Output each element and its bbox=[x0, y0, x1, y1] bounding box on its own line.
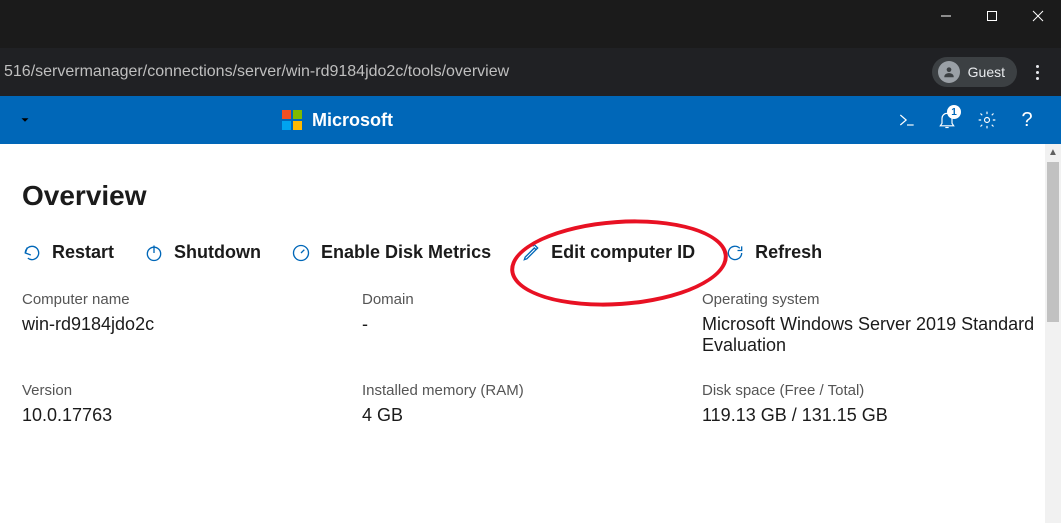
value-disk-space: 119.13 GB / 131.15 GB bbox=[702, 405, 1039, 426]
shutdown-label: Shutdown bbox=[174, 242, 261, 263]
power-icon bbox=[144, 243, 164, 263]
notifications-button[interactable]: 1 bbox=[927, 96, 967, 144]
refresh-label: Refresh bbox=[755, 242, 822, 263]
close-icon bbox=[1032, 10, 1044, 22]
window-titlebar bbox=[0, 0, 1061, 48]
terminal-icon bbox=[897, 110, 917, 130]
label-domain: Domain bbox=[362, 291, 702, 308]
info-cell-installed-memory: Installed memory (RAM) 4 GB bbox=[362, 382, 702, 426]
microsoft-logo-icon bbox=[282, 110, 302, 130]
label-computer-name: Computer name bbox=[22, 291, 362, 308]
info-cell-operating-system: Operating system Microsoft Windows Serve… bbox=[702, 291, 1039, 356]
main-content: Overview Restart Shutdown Enable Disk Me… bbox=[0, 144, 1061, 523]
refresh-icon bbox=[725, 243, 745, 263]
label-disk-space: Disk space (Free / Total) bbox=[702, 382, 1039, 399]
url-text[interactable]: 516/servermanager/connections/server/win… bbox=[0, 63, 920, 81]
label-installed-memory: Installed memory (RAM) bbox=[362, 382, 702, 399]
restart-button[interactable]: Restart bbox=[22, 242, 114, 263]
page-title: Overview bbox=[22, 180, 1039, 212]
notification-badge: 1 bbox=[947, 105, 961, 119]
info-cell-domain: Domain - bbox=[362, 291, 702, 356]
window-controls bbox=[923, 0, 1061, 32]
help-button[interactable]: ? bbox=[1007, 96, 1047, 144]
profile-label: Guest bbox=[968, 64, 1005, 80]
scroll-up-arrow-icon[interactable]: ▲ bbox=[1045, 144, 1061, 160]
profile-button[interactable]: Guest bbox=[932, 57, 1017, 87]
action-bar: Restart Shutdown Enable Disk Metrics Edi… bbox=[22, 242, 1039, 263]
value-version: 10.0.17763 bbox=[22, 405, 362, 426]
info-cell-disk-space: Disk space (Free / Total) 119.13 GB / 13… bbox=[702, 382, 1039, 426]
vertical-scrollbar[interactable]: ▲ bbox=[1045, 144, 1061, 523]
info-cell-computer-name: Computer name win-rd9184jdo2c bbox=[22, 291, 362, 356]
label-operating-system: Operating system bbox=[702, 291, 1039, 308]
app-header: Microsoft 1 ? bbox=[0, 96, 1061, 144]
browser-menu-button[interactable] bbox=[1023, 65, 1051, 80]
info-cell-version: Version 10.0.17763 bbox=[22, 382, 362, 426]
window-maximize-button[interactable] bbox=[969, 0, 1015, 32]
settings-button[interactable] bbox=[967, 96, 1007, 144]
gauge-icon bbox=[291, 243, 311, 263]
gear-icon bbox=[977, 110, 997, 130]
restart-label: Restart bbox=[52, 242, 114, 263]
restart-icon bbox=[22, 243, 42, 263]
shutdown-button[interactable]: Shutdown bbox=[144, 242, 261, 263]
edit-icon bbox=[521, 243, 541, 263]
value-installed-memory: 4 GB bbox=[362, 405, 702, 426]
enable-disk-metrics-button[interactable]: Enable Disk Metrics bbox=[291, 242, 491, 263]
minimize-icon bbox=[940, 10, 952, 22]
nav-expand-button[interactable] bbox=[12, 113, 38, 127]
refresh-button[interactable]: Refresh bbox=[725, 242, 822, 263]
value-operating-system: Microsoft Windows Server 2019 Standard E… bbox=[702, 314, 1039, 356]
brand[interactable]: Microsoft bbox=[282, 110, 393, 131]
browser-address-bar: 516/servermanager/connections/server/win… bbox=[0, 48, 1061, 96]
window-minimize-button[interactable] bbox=[923, 0, 969, 32]
help-icon: ? bbox=[1021, 109, 1032, 132]
edit-computer-id-button[interactable]: Edit computer ID bbox=[521, 242, 695, 263]
avatar-icon bbox=[938, 61, 960, 83]
info-grid: Computer name win-rd9184jdo2c Domain - O… bbox=[22, 291, 1039, 426]
scroll-thumb[interactable] bbox=[1047, 162, 1059, 322]
chevron-down-icon bbox=[18, 113, 32, 127]
window-close-button[interactable] bbox=[1015, 0, 1061, 32]
brand-text: Microsoft bbox=[312, 110, 393, 131]
value-computer-name: win-rd9184jdo2c bbox=[22, 314, 362, 335]
powershell-button[interactable] bbox=[887, 96, 927, 144]
label-version: Version bbox=[22, 382, 362, 399]
value-domain: - bbox=[362, 314, 702, 335]
enable-disk-metrics-label: Enable Disk Metrics bbox=[321, 242, 491, 263]
edit-computer-id-label: Edit computer ID bbox=[551, 242, 695, 263]
maximize-icon bbox=[986, 10, 998, 22]
